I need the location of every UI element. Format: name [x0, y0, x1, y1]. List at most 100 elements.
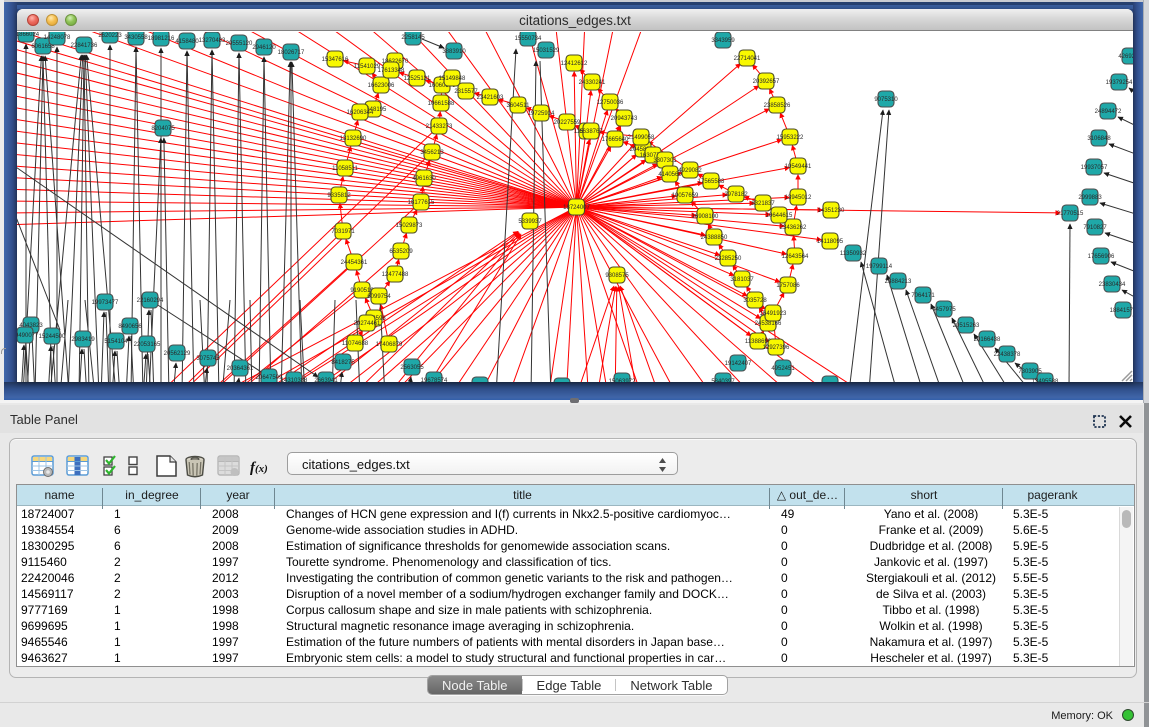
svg-text:17406879: 17406879 — [376, 342, 403, 348]
svg-text:21433273: 21433273 — [426, 124, 453, 130]
svg-text:8490656: 8490656 — [118, 324, 142, 330]
svg-text:15347616: 15347616 — [322, 57, 349, 63]
svg-text:20274461: 20274461 — [354, 321, 381, 327]
svg-text:23421603: 23421603 — [477, 95, 504, 101]
svg-text:12643564: 12643564 — [782, 254, 809, 260]
svg-text:19379254: 19379254 — [1106, 80, 1133, 86]
svg-text:23858526: 23858526 — [764, 103, 791, 109]
svg-text:12525131: 12525131 — [404, 76, 431, 82]
svg-text:6638767: 6638767 — [579, 129, 603, 135]
svg-text:20364361: 20364361 — [227, 366, 254, 372]
svg-text:15244500: 15244500 — [39, 334, 66, 340]
svg-text:15063972: 15063972 — [609, 379, 636, 382]
svg-text:19678574: 19678574 — [421, 378, 448, 382]
svg-text:22841736: 22841736 — [71, 43, 98, 49]
svg-text:17613348: 17613348 — [378, 68, 405, 74]
svg-text:10661588: 10661588 — [428, 101, 455, 107]
svg-text:4158480: 4158480 — [175, 39, 199, 45]
svg-text:4929082: 4929082 — [678, 168, 702, 174]
svg-text:11058511: 11058511 — [332, 166, 358, 172]
svg-text:3307301: 3307301 — [653, 158, 677, 164]
svg-text:3035728: 3035728 — [743, 298, 767, 304]
svg-text:17656906: 17656906 — [1088, 254, 1115, 260]
svg-text:1757086: 1757086 — [776, 283, 800, 289]
svg-text:18841570: 18841570 — [1110, 308, 1133, 314]
svg-text:20166438: 20166438 — [974, 337, 1001, 343]
svg-text:3106848: 3106848 — [1087, 136, 1111, 142]
svg-text:15031529: 15031529 — [533, 48, 560, 54]
svg-text:15149848: 15149848 — [439, 76, 466, 82]
svg-text:12927396: 12927396 — [763, 345, 790, 351]
svg-text:3181037: 3181037 — [730, 277, 754, 283]
svg-text:4457975: 4457975 — [932, 307, 956, 313]
svg-text:f(x): f(x) — [250, 460, 268, 476]
svg-text:9075310: 9075310 — [874, 97, 898, 103]
svg-text:20562129: 20562129 — [164, 351, 191, 357]
svg-text:16623006: 16623006 — [368, 83, 395, 89]
svg-text:23830434: 23830434 — [1099, 282, 1126, 288]
svg-text:10644615: 10644615 — [766, 213, 793, 219]
svg-text:20647509: 20647509 — [256, 375, 283, 381]
svg-text:4961630: 4961630 — [412, 176, 436, 182]
svg-text:22160294: 22160294 — [137, 298, 164, 304]
svg-text:3604511: 3604511 — [507, 103, 531, 109]
svg-text:20943743: 20943743 — [611, 116, 638, 122]
svg-text:19142407: 19142407 — [725, 361, 752, 367]
svg-text:3430558: 3430558 — [124, 35, 148, 41]
svg-text:24454361: 24454361 — [341, 260, 368, 266]
svg-text:12477488: 12477488 — [382, 272, 409, 278]
svg-text:2258145: 2258145 — [401, 35, 425, 41]
svg-text:4269227: 4269227 — [1118, 54, 1133, 60]
svg-text:15550734: 15550734 — [515, 36, 542, 42]
svg-text:3883910: 3883910 — [442, 49, 466, 55]
svg-text:7910827: 7910827 — [1083, 225, 1107, 231]
svg-text:7064171: 7064171 — [911, 293, 935, 299]
svg-text:19799114: 19799114 — [866, 264, 893, 270]
svg-text:20555120: 20555120 — [226, 41, 253, 47]
svg-text:18026717: 18026717 — [278, 50, 305, 56]
svg-text:14118095: 14118095 — [817, 239, 844, 245]
svg-text:3343959: 3343959 — [711, 38, 735, 44]
svg-text:20227559: 20227559 — [554, 120, 581, 126]
svg-text:24894472: 24894472 — [1095, 109, 1122, 115]
svg-text:13945012: 13945012 — [785, 195, 812, 201]
svg-text:17665640: 17665640 — [602, 137, 629, 143]
svg-text:11074688: 11074688 — [342, 341, 369, 347]
svg-text:15029873: 15029873 — [396, 223, 423, 229]
svg-text:24388850: 24388850 — [701, 235, 728, 241]
svg-text:6099754: 6099754 — [367, 294, 391, 300]
svg-text:24538166: 24538166 — [755, 321, 782, 327]
svg-text:16908100: 16908100 — [692, 214, 719, 220]
svg-text:3456213: 3456213 — [420, 150, 444, 156]
svg-text:6535209: 6535209 — [389, 249, 413, 255]
svg-text:2946120: 2946120 — [252, 45, 276, 51]
svg-text:15953222: 15953222 — [777, 135, 804, 141]
svg-text:19973477: 19973477 — [92, 300, 119, 306]
svg-text:4952451: 4952451 — [771, 366, 795, 372]
svg-text:2315577: 2315577 — [454, 89, 478, 95]
svg-text:8204075: 8204075 — [151, 126, 175, 132]
svg-text:2978182: 2978182 — [724, 192, 748, 198]
svg-text:11866024: 11866024 — [17, 32, 40, 38]
svg-text:18981216: 18981216 — [148, 36, 175, 42]
svg-text:22053165: 22053165 — [134, 342, 161, 348]
svg-text:14310388: 14310388 — [281, 378, 308, 382]
svg-text:23884213: 23884213 — [885, 279, 912, 285]
svg-text:5154104: 5154104 — [104, 339, 128, 345]
svg-text:21770515: 21770515 — [1057, 211, 1084, 217]
svg-text:2663941: 2663941 — [314, 378, 338, 382]
svg-text:9335812: 9335812 — [327, 193, 351, 199]
svg-text:9308575: 9308575 — [605, 273, 629, 279]
svg-text:19725914: 19725914 — [528, 111, 555, 117]
svg-text:10057659: 10057659 — [672, 193, 699, 199]
svg-text:14351230: 14351230 — [818, 208, 845, 214]
svg-text:2563055: 2563055 — [400, 365, 424, 371]
svg-text:14248078: 14248078 — [44, 35, 71, 41]
svg-text:20515263: 20515263 — [953, 323, 980, 329]
svg-text:2983419: 2983419 — [71, 337, 95, 343]
svg-text:8418275: 8418275 — [331, 360, 355, 366]
svg-text:21499058: 21499058 — [628, 135, 655, 141]
svg-text:18177615: 18177615 — [408, 200, 435, 206]
svg-text:3075745: 3075745 — [196, 356, 220, 362]
svg-text:22714041: 22714041 — [734, 56, 761, 62]
